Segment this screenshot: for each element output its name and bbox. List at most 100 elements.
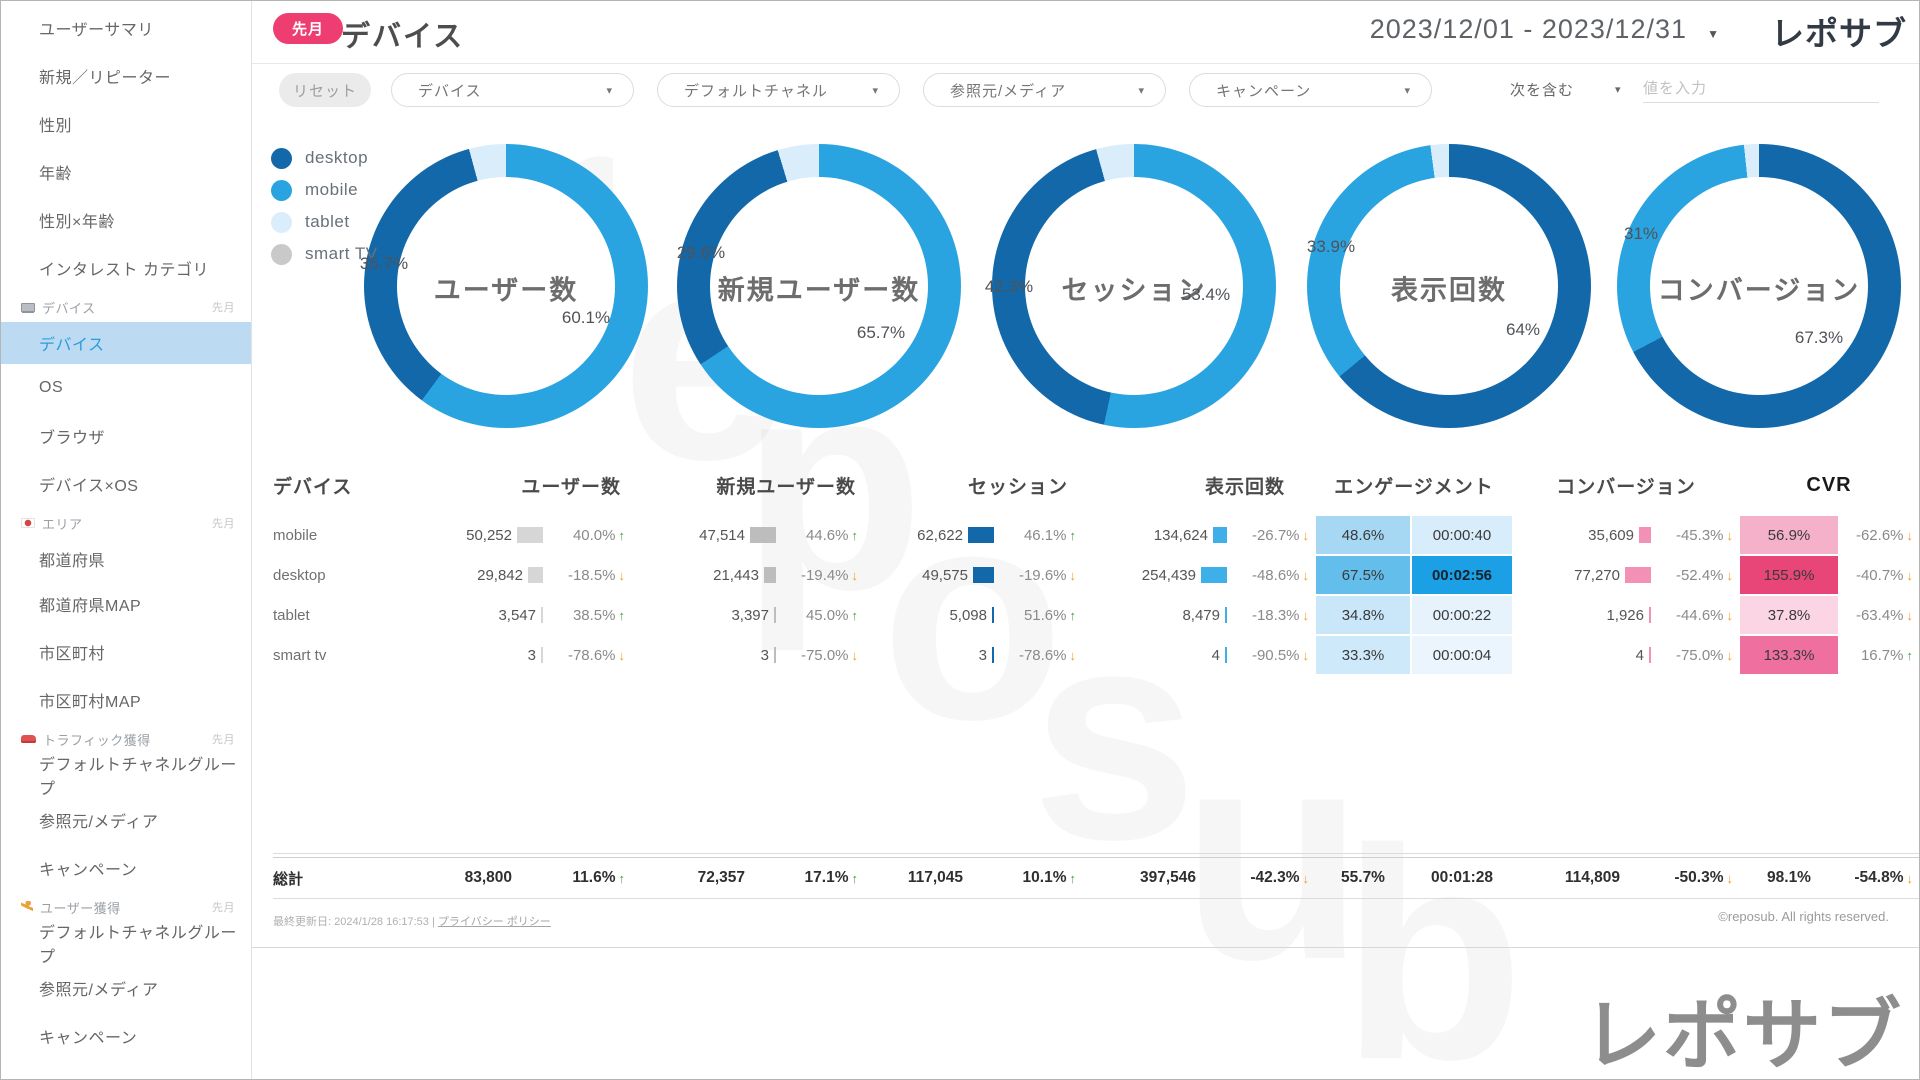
sidebar-item[interactable]: デバイス×OS xyxy=(1,460,251,508)
users-cell: 3 xyxy=(403,647,543,664)
engagement-time-cell: 00:00:04 xyxy=(1411,635,1513,675)
sidebar-item[interactable]: ブラウザ xyxy=(1,412,251,460)
conversions-cell: 4 xyxy=(1513,647,1651,664)
sidebar-item[interactable]: 都道府県 xyxy=(1,538,251,580)
table-row[interactable]: mobile50,25240.0%↑47,51444.6%↑62,62246.1… xyxy=(273,515,1920,555)
reset-button[interactable]: リセット xyxy=(279,73,371,107)
views-cell-value: 4 xyxy=(1212,647,1220,664)
legend-label: mobile xyxy=(305,180,358,200)
filter-dropdown[interactable]: デバイス▾ xyxy=(391,73,634,107)
donut-pct-label-right: 64% xyxy=(1506,320,1540,340)
sidebar-item[interactable]: デフォルトチャネルグループ xyxy=(1,922,251,964)
date-range-picker[interactable]: 2023/12/01 - 2023/12/31 xyxy=(1370,14,1687,45)
japan-flag-icon xyxy=(21,518,35,528)
sidebar-section-label: エリア xyxy=(42,514,83,533)
watermark-letter: b xyxy=(1341,781,1524,1080)
sidebar-section-badge: 先月 xyxy=(212,899,235,915)
col-header-new-users: 新規ユーザー数 xyxy=(631,472,864,499)
donut-pct-label-right: 53.4% xyxy=(1182,285,1230,305)
chevron-down-icon: ▾ xyxy=(606,84,613,97)
engagement-time-cell: 00:00:22 xyxy=(1411,595,1513,635)
table-row[interactable]: smart tv3-78.6%↓3-75.0%↓3-78.6%↓4-90.5%↓… xyxy=(273,635,1920,675)
footer-separator: | xyxy=(432,916,435,928)
views-cell-value: 254,439 xyxy=(1142,567,1196,584)
arrow-down-icon: ↓ xyxy=(1727,528,1734,543)
privacy-policy-link[interactable]: プライバシー ポリシー xyxy=(438,916,551,928)
new-users-delta-value: -19.4% xyxy=(801,567,849,584)
table-row[interactable]: tablet3,54738.5%↑3,39745.0%↑5,09851.6%↑8… xyxy=(273,595,1920,635)
views-cell-value: 134,624 xyxy=(1154,527,1208,544)
arrow-up-icon: ↑ xyxy=(1907,648,1914,663)
totals-conversions-delta-value: -50.3% xyxy=(1674,869,1723,887)
views-delta: -90.5%↓ xyxy=(1227,647,1315,664)
arrow-down-icon: ↓ xyxy=(1070,568,1077,583)
filter-value-input[interactable] xyxy=(1643,75,1879,103)
donut-pct-label-left: 31% xyxy=(1624,224,1658,244)
sessions-cell-value: 49,575 xyxy=(922,567,968,584)
sidebar-item[interactable]: 都道府県MAP xyxy=(1,580,251,628)
sidebar-item[interactable]: キャンペーン xyxy=(1,1012,251,1060)
chevron-down-icon: ▾ xyxy=(1404,84,1411,97)
device-label: mobile xyxy=(273,527,403,544)
sidebar-item[interactable]: 性別 xyxy=(1,100,251,148)
sidebar-item[interactable]: 市区町村MAP xyxy=(1,676,251,724)
sidebar-item[interactable]: 年齢 xyxy=(1,148,251,196)
arrow-up-icon: ↑ xyxy=(619,871,626,886)
views-cell-value: 8,479 xyxy=(1182,607,1220,624)
col-header-device: デバイス xyxy=(273,472,403,499)
totals-views: 397,546 xyxy=(1082,869,1227,887)
totals-users-delta-value: 11.6% xyxy=(572,869,615,887)
arrow-up-icon: ↑ xyxy=(1070,608,1077,623)
totals-row: 総計83,80011.6%↑72,35717.1%↑117,04510.1%↑3… xyxy=(273,857,1920,899)
sidebar-item[interactable]: デフォルトチャネルグループ xyxy=(1,754,251,796)
donut-chart-title: ユーザー数 xyxy=(434,269,578,308)
dashboard-page: reposub ユーザーサマリ新規／リピーター性別年齢性別×年齢インタレスト カ… xyxy=(0,0,1920,1080)
sidebar-item[interactable]: 新規／リピーター xyxy=(1,52,251,100)
cvr-delta-value: -63.4% xyxy=(1856,607,1904,624)
new-users-cell-bar xyxy=(764,567,776,583)
table-row[interactable]: desktop29,842-18.5%↓21,443-19.4%↓49,575-… xyxy=(273,555,1920,595)
users-cell-value: 3 xyxy=(528,647,536,664)
totals-label: 総計 xyxy=(273,868,403,889)
chevron-down-icon[interactable]: ▾ xyxy=(1615,83,1621,96)
conversions-delta: -52.4%↓ xyxy=(1651,567,1739,584)
arrow-down-icon: ↓ xyxy=(1727,568,1734,583)
sidebar-section-header: ユーザー獲得先月 xyxy=(1,892,251,922)
filter-dropdown[interactable]: デフォルトチャネル▾ xyxy=(657,73,900,107)
sidebar-item[interactable]: 性別×年齢 xyxy=(1,196,251,244)
arrow-down-icon: ↓ xyxy=(852,648,859,663)
col-header-views: 表示回数 xyxy=(1082,472,1315,499)
sidebar-item[interactable]: デバイス xyxy=(1,322,251,364)
filter-dropdown[interactable]: 参照元/メディア▾ xyxy=(923,73,1166,107)
sidebar-item[interactable]: ユーザーサマリ xyxy=(1,4,251,52)
arrow-down-icon: ↓ xyxy=(1907,528,1914,543)
totals-sessions-delta: 10.1%↑ xyxy=(994,869,1082,887)
sessions-delta-value: 51.6% xyxy=(1024,607,1067,624)
filter-dropdown[interactable]: キャンペーン▾ xyxy=(1189,73,1432,107)
engagement-rate-cell: 33.3% xyxy=(1315,635,1411,675)
match-condition-dropdown[interactable]: 次を含む xyxy=(1510,79,1574,100)
users-cell-bar xyxy=(528,567,543,583)
sidebar-item[interactable]: 参照元/メディア xyxy=(1,964,251,1012)
sidebar-item[interactable]: インタレスト カテゴリ xyxy=(1,244,251,292)
arrow-down-icon: ↓ xyxy=(1303,648,1310,663)
header-divider xyxy=(252,63,1919,64)
new-users-cell-value: 47,514 xyxy=(699,527,745,544)
legend-color-dot xyxy=(271,244,292,265)
legend-item: mobile xyxy=(271,174,378,206)
sessions-cell-value: 62,622 xyxy=(917,527,963,544)
chevron-down-icon[interactable]: ▼ xyxy=(1707,27,1719,41)
col-header-sessions: セッション xyxy=(864,472,1082,499)
sidebar-item[interactable]: キャンペーン xyxy=(1,844,251,892)
conversions-delta-value: -75.0% xyxy=(1676,647,1724,664)
page-title: デバイス xyxy=(341,13,464,55)
sidebar-item[interactable]: 市区町村 xyxy=(1,628,251,676)
arrow-down-icon: ↓ xyxy=(1070,648,1077,663)
arrow-down-icon: ↓ xyxy=(1907,568,1914,583)
table-header-row: デバイス ユーザー数 新規ユーザー数 セッション 表示回数 エンゲージメント コ… xyxy=(273,469,1920,501)
engagement-time-cell: 00:00:40 xyxy=(1411,515,1513,555)
sidebar-item[interactable]: OS xyxy=(1,364,251,412)
arrow-up-icon: ↑ xyxy=(1070,871,1077,886)
users-delta-value: -18.5% xyxy=(568,567,616,584)
sidebar-item[interactable]: 参照元/メディア xyxy=(1,796,251,844)
